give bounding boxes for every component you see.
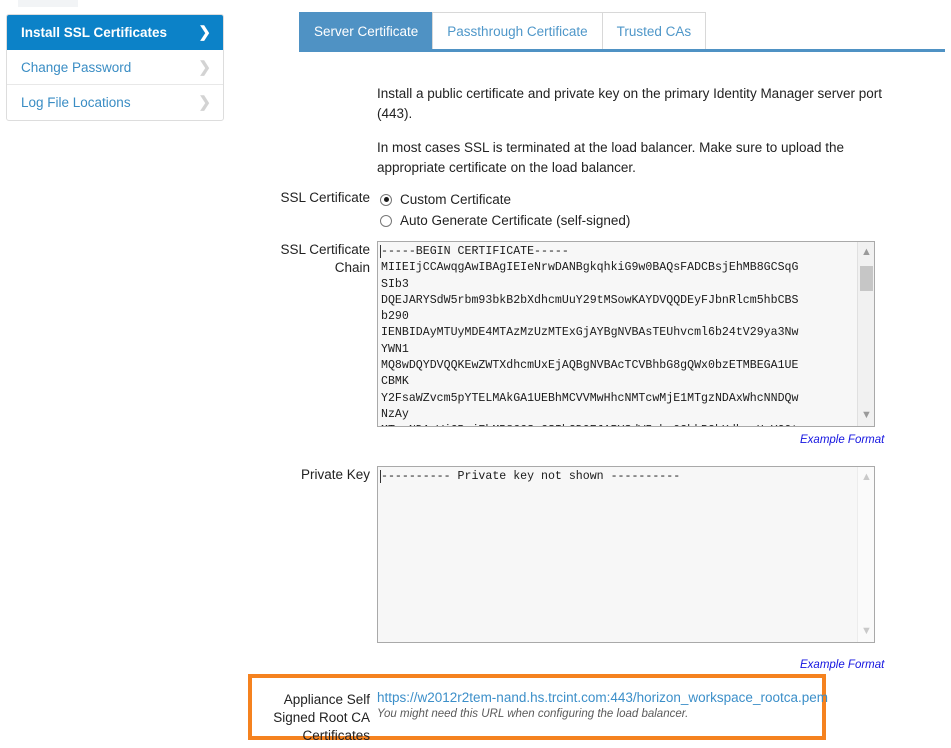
radio-indicator-selected[interactable] bbox=[380, 193, 392, 206]
radio-option-auto-generate-certificate[interactable]: Auto Generate Certificate (self-signed) bbox=[380, 210, 630, 231]
ssl-certificate-chain-label: SSL Certificate Chain bbox=[280, 242, 370, 275]
ssl-certificate-chain-value: -----BEGIN CERTIFICATE----- MIIEIjCCAwqg… bbox=[381, 245, 799, 426]
intro-description: Install a public certificate and private… bbox=[377, 84, 907, 192]
scroll-down-icon[interactable]: ▼ bbox=[858, 407, 874, 424]
ssl-certificate-chain-textarea[interactable]: -----BEGIN CERTIFICATE----- MIIEIjCCAwqg… bbox=[377, 241, 875, 427]
private-key-label: Private Key bbox=[300, 467, 370, 482]
radio-label: Custom Certificate bbox=[400, 192, 512, 207]
radio-label: Auto Generate Certificate (self-signed) bbox=[400, 213, 631, 228]
sidebar-item-label: Change Password bbox=[21, 59, 132, 75]
root-ca-label-line1: Appliance Self bbox=[283, 692, 370, 707]
sidebar-item-label: Log File Locations bbox=[21, 95, 131, 110]
sidebar-item-label: Install SSL Certificates bbox=[21, 24, 168, 40]
radio-indicator-unselected[interactable] bbox=[380, 214, 392, 227]
chevron-right-icon: ❯ bbox=[198, 23, 211, 41]
root-ca-label: Appliance Self Signed Root CA Certificat… bbox=[260, 691, 370, 745]
root-ca-label-line2: Signed Root CA bbox=[273, 710, 370, 725]
scroll-up-icon[interactable]: ▲ bbox=[858, 469, 874, 486]
chevron-right-icon: ❯ bbox=[198, 58, 211, 76]
sidebar-item-log-file-locations[interactable]: Log File Locations ❯ bbox=[7, 85, 223, 120]
root-ca-label-line3: Certificates bbox=[302, 728, 370, 743]
private-key-textarea[interactable]: ---------- Private key not shown -------… bbox=[377, 466, 875, 643]
tab-passthrough-certificate[interactable]: Passthrough Certificate bbox=[432, 12, 603, 50]
top-left-artifact bbox=[18, 0, 78, 7]
tab-trusted-cas[interactable]: Trusted CAs bbox=[601, 12, 707, 50]
intro-paragraph-2: In most cases SSL is terminated at the l… bbox=[377, 140, 845, 175]
scrollbar-thumb[interactable] bbox=[860, 266, 873, 291]
private-key-example-format-link[interactable]: Example Format bbox=[800, 659, 884, 671]
tabbar-underline bbox=[299, 49, 945, 52]
chain-example-format-link[interactable]: Example Format bbox=[800, 434, 884, 446]
root-ca-note: You might need this URL when configuring… bbox=[377, 708, 689, 720]
chevron-right-icon: ❯ bbox=[198, 94, 211, 111]
settings-sidebar: Install SSL Certificates ❯ Change Passwo… bbox=[6, 14, 224, 121]
scroll-up-icon[interactable]: ▲ bbox=[858, 244, 874, 261]
chain-scrollbar[interactable]: ▲ ▼ bbox=[857, 242, 874, 426]
ssl-certificate-label: SSL Certificate bbox=[280, 190, 370, 205]
root-ca-url-link[interactable]: https://w2012r2tem-nand.hs.trcint.com:44… bbox=[377, 690, 828, 705]
intro-paragraph-1: Install a public certificate and private… bbox=[377, 86, 882, 121]
private-key-scrollbar[interactable]: ▲ ▼ bbox=[857, 467, 874, 642]
tab-server-certificate[interactable]: Server Certificate bbox=[299, 12, 434, 50]
scroll-down-icon[interactable]: ▼ bbox=[858, 623, 874, 640]
sidebar-item-install-ssl-certificates[interactable]: Install SSL Certificates ❯ bbox=[7, 15, 223, 50]
radio-option-custom-certificate[interactable]: Custom Certificate bbox=[380, 189, 630, 210]
sidebar-item-change-password[interactable]: Change Password ❯ bbox=[7, 50, 223, 85]
ssl-certificate-radio-group: Custom Certificate Auto Generate Certifi… bbox=[380, 189, 630, 231]
certificate-tabbar: Server Certificate Passthrough Certifica… bbox=[299, 12, 707, 50]
private-key-value: ---------- Private key not shown -------… bbox=[381, 470, 681, 483]
